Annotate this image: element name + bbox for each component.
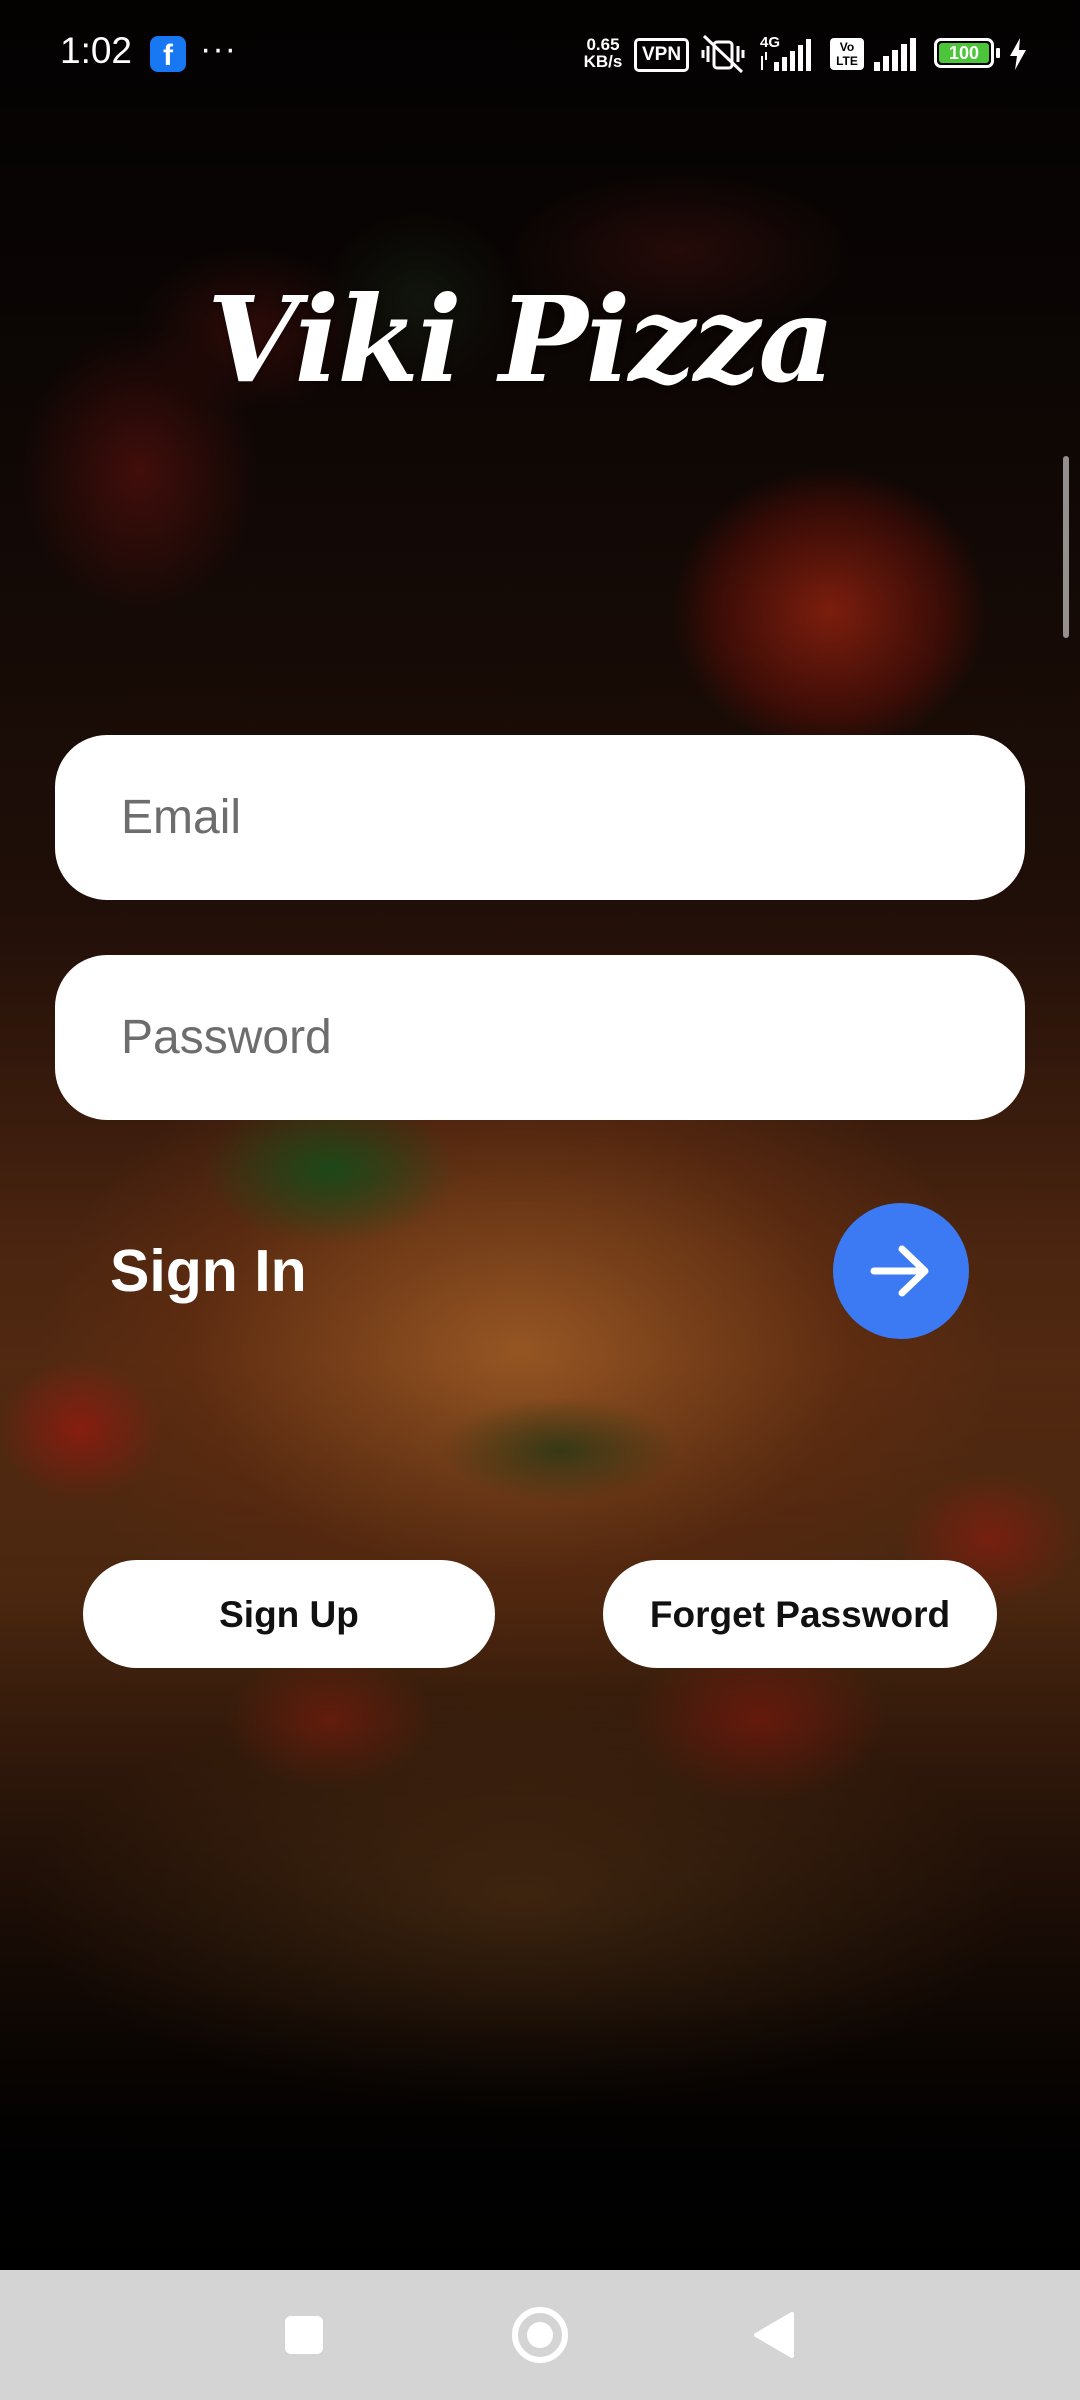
email-field[interactable] [55,735,1025,900]
forget-password-button[interactable]: Forget Password [603,1560,997,1668]
battery-level: 100 [939,43,989,63]
back-icon[interactable] [752,2310,796,2360]
more-icon: ··· [200,30,237,68]
vpn-badge: VPN [634,38,690,72]
app-title: Viki Pizza [206,270,835,409]
network-speed-value: 0.65 [586,35,620,54]
volte-badge: Vo LTE [830,38,864,70]
facebook-icon: f [150,36,186,72]
status-time: 1:02 [60,30,133,71]
vibrate-mute-icon [701,34,745,74]
sign-up-button[interactable]: Sign Up [83,1560,495,1668]
charging-bolt-icon [1010,38,1026,70]
email-input[interactable] [121,790,981,845]
sign-in-submit-button[interactable] [833,1203,969,1339]
password-input[interactable] [121,1010,981,1065]
scrollbar[interactable] [1063,456,1069,638]
network-speed-unit: KB/s [583,52,623,71]
home-icon[interactable] [512,2307,568,2363]
signal-strength-icon-2 [874,38,916,71]
password-field[interactable] [55,955,1025,1120]
system-nav-bar [0,2270,1080,2400]
home-icon-center [527,2322,553,2348]
battery-terminal [996,48,1000,58]
status-bar: 1:02 f ··· 0.65 KB/s VPN 4G Vo LTE 100 [0,0,1080,108]
network-speed: 0.65 KB/s [578,36,628,70]
battery-icon: 100 [934,38,994,68]
arrow-right-icon [870,1245,929,1297]
signal-strength-icon [761,39,811,71]
volte-line-1: Vo [839,40,855,54]
login-screen: 1:02 f ··· 0.65 KB/s VPN 4G Vo LTE 100 V… [0,0,1080,2400]
recents-icon[interactable] [285,2316,323,2354]
sign-in-label: Sign In [110,1238,307,1304]
volte-line-2: LTE [836,54,858,68]
